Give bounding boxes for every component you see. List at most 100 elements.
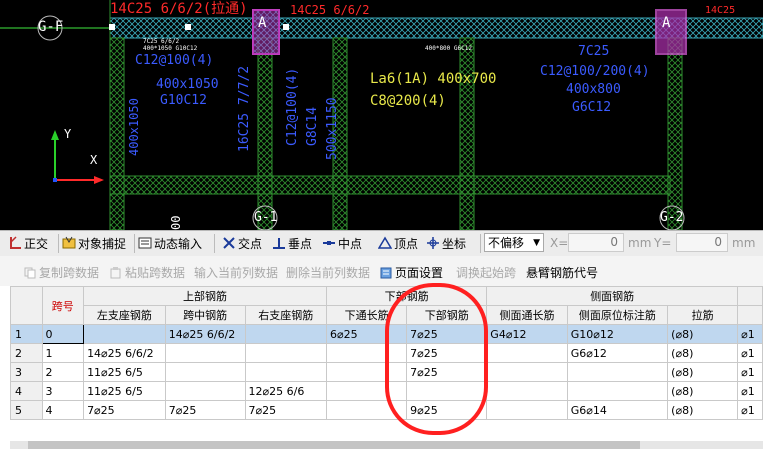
row-number[interactable]: 4	[10, 381, 43, 401]
beam-b-vertical-top: 16C25 7/7/2	[237, 65, 252, 152]
la6-beam-stirrup: C8@200(4)	[370, 93, 446, 109]
cell-left-support[interactable]: 7⌀25	[83, 400, 166, 420]
cell-right-support[interactable]: 12⌀25 6/6	[244, 381, 328, 401]
cell-left-support[interactable]	[83, 324, 166, 344]
beam-a-side: G10C12	[160, 93, 207, 108]
intersection-snap[interactable]: 交点	[222, 234, 262, 252]
cell-span[interactable]: 3	[41, 381, 85, 401]
cell-right-support[interactable]: 7⌀25	[244, 400, 328, 420]
copy-span-label: 复制跨数据	[39, 266, 100, 280]
object-snap-toggle[interactable]: 对象捕捉	[62, 234, 126, 252]
input-current-column-button[interactable]: 输入当前列数据	[194, 264, 278, 281]
swap-start-span-label: 调换起始跨	[456, 266, 517, 280]
vertical-beam-5	[667, 37, 683, 230]
la6-beam-name: La6(1A) 400x700	[370, 71, 497, 87]
cell-side-original[interactable]: G6⌀12	[566, 343, 669, 363]
cell-side-through[interactable]: G4⌀12	[486, 324, 568, 344]
cantilever-code-button[interactable]: 悬臂钢筋代号	[526, 264, 598, 281]
cell-side-original[interactable]	[566, 381, 669, 401]
cell-tie-bar[interactable]: (⌀8)	[667, 362, 739, 382]
cell-left-support[interactable]: 11⌀25 6/5	[83, 381, 166, 401]
cell-side-original[interactable]	[566, 362, 669, 382]
row-number[interactable]: 5	[10, 400, 43, 420]
midpoint-icon	[323, 241, 335, 245]
y-coordinate-input[interactable]: 0	[676, 233, 728, 252]
cell-side-original[interactable]: G6⌀14	[566, 400, 669, 420]
x-coordinate-input[interactable]: 0	[568, 233, 624, 252]
horizontal-scrollbar[interactable]	[10, 441, 763, 449]
ortho-toggle[interactable]: 正交	[8, 234, 48, 252]
cell-side-through[interactable]	[486, 343, 568, 363]
row-number[interactable]: 2	[10, 343, 43, 363]
cell-span[interactable]: 1	[41, 343, 85, 363]
ortho-icon	[10, 236, 21, 249]
cell-extra[interactable]: ⌀1	[737, 324, 763, 344]
page-setup-icon	[380, 267, 392, 278]
cell-extra[interactable]: ⌀1	[737, 362, 763, 382]
cell-mid-span[interactable]	[164, 343, 246, 363]
beam-b-vertical-size: 500x1150	[325, 97, 340, 160]
swap-start-span-button[interactable]: 调换起始跨	[456, 264, 516, 281]
col-header-side-through[interactable]: 侧面通长筋	[486, 305, 568, 325]
copy-icon	[24, 267, 36, 278]
cell-mid-span[interactable]: 14⌀25 6/6/2	[164, 324, 246, 344]
scrollbar-thumb[interactable]	[28, 441, 640, 449]
cell-mid-span[interactable]	[164, 381, 246, 401]
cell-span[interactable]: 2	[41, 362, 85, 382]
cell-mid-span[interactable]: 7⌀25	[164, 400, 246, 420]
cell-side-through[interactable]	[486, 362, 568, 382]
col-header-tie-bar[interactable]: 拉筋	[667, 305, 739, 325]
paste-icon	[110, 266, 121, 278]
cantilever-code-label: 悬臂钢筋代号	[526, 266, 599, 280]
chevron-down-icon: ▼	[533, 238, 540, 248]
cell-span[interactable]: 0	[41, 324, 85, 344]
cell-tie-bar[interactable]: (⌀8)	[667, 324, 739, 344]
x-unit-label: mm	[628, 236, 652, 250]
copy-span-button[interactable]: 复制跨数据	[24, 264, 99, 281]
offset-select-value: 不偏移	[488, 236, 525, 250]
cell-left-support[interactable]: 11⌀25 6/5	[83, 362, 166, 382]
side-rebar-group-header: 侧面钢筋	[486, 286, 739, 306]
col-header-left-support[interactable]: 左支座钢筋	[83, 305, 166, 325]
page-setup-button[interactable]: 页面设置	[380, 264, 443, 281]
cell-right-support[interactable]	[244, 362, 328, 382]
dynamic-input-icon	[138, 237, 152, 249]
ucs-y-label: Y	[64, 127, 72, 141]
cell-extra[interactable]: ⌀1	[737, 343, 763, 363]
cell-left-support[interactable]: 14⌀25 6/6/2	[83, 343, 166, 363]
cell-right-support[interactable]	[244, 343, 328, 363]
span-no-header[interactable]: 跨号	[41, 286, 85, 325]
dynamic-input-toggle[interactable]: 动态输入	[138, 234, 202, 252]
cell-side-through[interactable]	[486, 400, 568, 420]
top-rebar-group-header: 上部钢筋	[83, 286, 328, 306]
cell-side-through[interactable]	[486, 381, 568, 401]
coordinate-label: 坐标	[442, 236, 467, 251]
vertex-snap[interactable]: 顶点	[378, 234, 418, 252]
col-header-right-support[interactable]: 右支座钢筋	[244, 305, 328, 325]
row-number[interactable]: 3	[10, 362, 43, 382]
cad-drawing-canvas[interactable]: G-F 14C25 6/6/2(拉通) 14C25 6/6/2 14C25 A …	[0, 0, 763, 230]
table-row[interactable]: 5 4 7⌀25 7⌀25 7⌀25 9⌀25 G6⌀14 (⌀8) ⌀1	[10, 400, 763, 420]
cell-mid-span[interactable]	[164, 362, 246, 382]
col-header-side-original[interactable]: 侧面原位标注筋	[566, 305, 669, 325]
perpendicular-snap[interactable]: 垂点	[272, 234, 312, 252]
cell-extra[interactable]: ⌀1	[737, 400, 763, 420]
cell-extra[interactable]: ⌀1	[737, 381, 763, 401]
delete-current-column-button[interactable]: 删除当前列数据	[286, 264, 370, 281]
offset-select[interactable]: 不偏移 ▼	[484, 233, 544, 252]
cell-tie-bar[interactable]: (⌀8)	[667, 400, 739, 420]
top-rebar-dim-right: 14C25	[705, 5, 736, 16]
row-number[interactable]: 1	[10, 324, 43, 344]
coordinate-snap[interactable]: 坐标	[426, 234, 466, 252]
page-setup-label: 页面设置	[395, 266, 444, 280]
grip-handle	[283, 24, 289, 30]
cell-tie-bar[interactable]: (⌀8)	[667, 343, 739, 363]
cell-tie-bar[interactable]: (⌀8)	[667, 381, 739, 401]
col-header-mid-span[interactable]: 跨中钢筋	[164, 305, 246, 325]
beam-c-size: 400x800	[566, 82, 621, 97]
cell-side-original[interactable]: G10⌀12	[566, 324, 669, 344]
paste-span-button[interactable]: 粘贴跨数据	[110, 264, 185, 281]
cell-right-support[interactable]	[244, 324, 328, 344]
cell-span[interactable]: 4	[41, 400, 85, 420]
midpoint-snap[interactable]: 中点	[322, 234, 362, 252]
